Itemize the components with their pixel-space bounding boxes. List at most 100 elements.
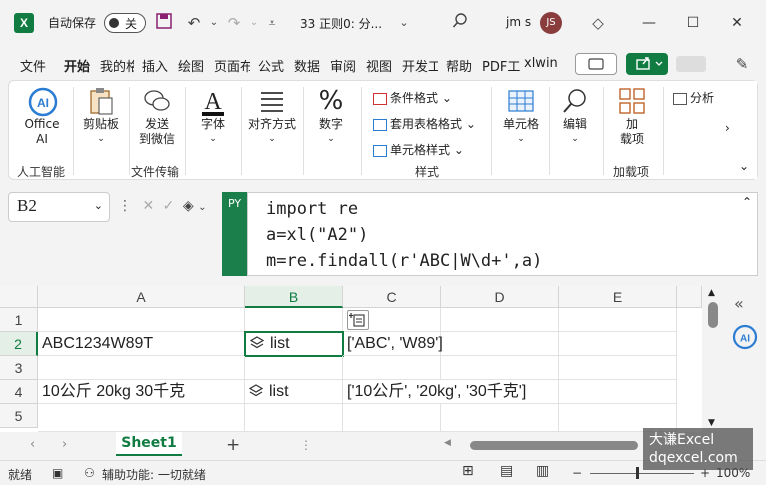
more-options-icon[interactable]: ⋮ <box>118 198 132 214</box>
cell-c5[interactable] <box>343 404 441 432</box>
comment-button[interactable] <box>575 53 617 75</box>
output-chevron-down-icon[interactable]: ⌄ <box>198 202 206 213</box>
cell-e4[interactable] <box>559 380 677 404</box>
sheet-options-icon[interactable]: ⋮ <box>300 438 312 452</box>
pen-icon[interactable]: ✎ <box>732 54 752 74</box>
cell-d5[interactable] <box>441 404 559 432</box>
python-output-icon[interactable]: ◈ <box>183 198 194 214</box>
ribbon-display-button[interactable] <box>676 56 706 72</box>
diamond-icon[interactable]: ◇ <box>588 13 608 33</box>
name-box-chevron-down-icon[interactable]: ⌄ <box>94 199 103 212</box>
horizontal-scrollbar-thumb[interactable] <box>470 441 638 450</box>
table-format-button[interactable]: 套用表格格式 ⌄ <box>373 115 476 132</box>
hscroll-left-icon[interactable]: ◀ <box>444 438 451 448</box>
cell-b3[interactable] <box>245 356 343 380</box>
tab-pdf[interactable]: PDF工 <box>482 56 520 75</box>
office-ai-button[interactable]: AI Office AI <box>17 87 67 147</box>
analyze-button[interactable]: 分析 <box>673 89 714 106</box>
cancel-icon[interactable]: ✕ <box>142 198 154 214</box>
cell-b5[interactable] <box>245 404 343 432</box>
tab-file[interactable]: 文件 <box>20 56 48 75</box>
tab-data[interactable]: 数据 <box>294 56 322 75</box>
cell-b1[interactable] <box>245 308 343 332</box>
row-header-5[interactable]: 5 <box>0 404 38 428</box>
search-icon[interactable] <box>450 13 470 33</box>
document-title[interactable]: 33 正则0: 分... <box>300 15 382 32</box>
column-header-c[interactable]: C <box>343 286 441 308</box>
cell-d1[interactable] <box>441 308 559 332</box>
select-all-corner[interactable] <box>0 286 38 308</box>
column-header-d[interactable]: D <box>441 286 559 308</box>
cell-a4[interactable]: 10公斤 20kg 30千克 <box>38 380 245 404</box>
redo-icon[interactable]: ↷ <box>224 13 244 33</box>
cells-button[interactable]: 单元格 ⌄ <box>497 87 545 147</box>
tab-developer[interactable]: 开发工 <box>402 56 438 75</box>
prev-sheet-icon[interactable]: ‹ <box>30 437 35 452</box>
accessibility-status[interactable]: 辅助功能: 一切就绪 <box>102 466 206 483</box>
customize-toolbar-icon[interactable]: ⩡ <box>262 13 282 33</box>
ribbon-scroll-right-icon[interactable]: › <box>725 121 730 135</box>
cell-style-button[interactable]: 单元格样式 ⌄ <box>373 141 464 158</box>
cell-e2[interactable] <box>559 332 677 356</box>
close-button[interactable]: ✕ <box>722 10 752 36</box>
cell-mode-icon[interactable]: ▣ <box>52 466 63 480</box>
clipboard-button[interactable]: 剪贴板 ⌄ <box>75 87 127 147</box>
autosave-toggle[interactable]: 关 <box>104 13 146 33</box>
expand-panel-icon[interactable]: « <box>734 294 744 313</box>
tab-my-format[interactable]: 我的格 <box>100 56 134 75</box>
scroll-down-icon[interactable]: ▼ <box>708 418 715 428</box>
row-header-1[interactable]: 1 <box>0 308 38 332</box>
page-layout-view-icon[interactable]: ▤ <box>500 463 513 479</box>
cell-a5[interactable] <box>38 404 245 432</box>
enter-check-icon[interactable]: ✓ <box>163 198 175 214</box>
row-header-2[interactable]: 2 <box>0 332 38 356</box>
font-button[interactable]: A 字体 ⌄ <box>191 87 235 147</box>
zoom-out-icon[interactable]: − <box>572 466 582 480</box>
tab-help[interactable]: 帮助 <box>446 56 474 75</box>
send-wechat-button[interactable]: 发送 到微信 <box>131 87 183 147</box>
cell-a1[interactable] <box>38 308 245 332</box>
tab-review[interactable]: 审阅 <box>330 56 358 75</box>
cell-a3[interactable] <box>38 356 245 380</box>
row-header-3[interactable]: 3 <box>0 356 38 380</box>
minimize-button[interactable]: — <box>634 10 664 36</box>
conditional-format-button[interactable]: 条件格式 ⌄ <box>373 89 452 106</box>
tab-view[interactable]: 视图 <box>366 56 394 75</box>
collapse-formula-icon[interactable]: ⌃ <box>742 195 752 209</box>
add-sheet-icon[interactable]: + <box>226 435 240 455</box>
cell-d2[interactable] <box>441 332 559 356</box>
tab-home[interactable]: 开始 <box>64 56 92 75</box>
column-header-a[interactable]: A <box>38 286 245 308</box>
zoom-slider-handle[interactable] <box>636 467 639 479</box>
tab-formulas[interactable]: 公式 <box>258 56 286 75</box>
ribbon-collapse-icon[interactable]: ⌄ <box>739 159 749 173</box>
cell-c3[interactable] <box>343 356 441 380</box>
cell-b4[interactable]: list <box>245 380 343 404</box>
number-button[interactable]: % 数字 ⌄ <box>307 87 355 147</box>
next-sheet-icon[interactable]: › <box>62 437 67 452</box>
addins-button[interactable]: 加 载项 <box>607 87 657 147</box>
undo-dropdown-icon[interactable]: ⌄ <box>204 13 224 33</box>
save-icon[interactable] <box>154 13 174 33</box>
cell-d3[interactable] <box>441 356 559 380</box>
name-box[interactable]: B2 ⌄ <box>8 192 110 222</box>
insert-data-icon[interactable] <box>347 310 369 330</box>
column-header-b[interactable]: B <box>245 286 343 308</box>
cell-b2[interactable]: list <box>244 331 344 357</box>
formula-input[interactable]: import re a=xl("A2") m=re.findall(r'ABC|W\… <box>247 192 758 276</box>
cell-c2[interactable]: ['ABC', 'W89'] <box>343 332 443 356</box>
cell-a2[interactable]: ABC1234W89T <box>38 332 245 356</box>
share-button[interactable] <box>626 53 668 75</box>
tab-insert[interactable]: 插入 <box>142 56 170 75</box>
undo-icon[interactable]: ↶ <box>184 13 204 33</box>
maximize-button[interactable]: ☐ <box>678 10 708 36</box>
cell-c4[interactable]: ['10公斤', '20kg', '30千克'] <box>343 380 559 404</box>
tab-xlwings[interactable]: xlwin <box>524 56 562 71</box>
title-chevron-down-icon[interactable]: ⌄ <box>394 13 414 33</box>
column-header-e[interactable]: E <box>559 286 677 308</box>
sheet-tab-sheet1[interactable]: Sheet1 <box>116 432 182 456</box>
cell-e3[interactable] <box>559 356 677 380</box>
copilot-ai-icon[interactable]: AI <box>732 324 758 353</box>
zoom-slider[interactable] <box>590 473 694 474</box>
page-break-view-icon[interactable]: ▥ <box>536 463 549 479</box>
